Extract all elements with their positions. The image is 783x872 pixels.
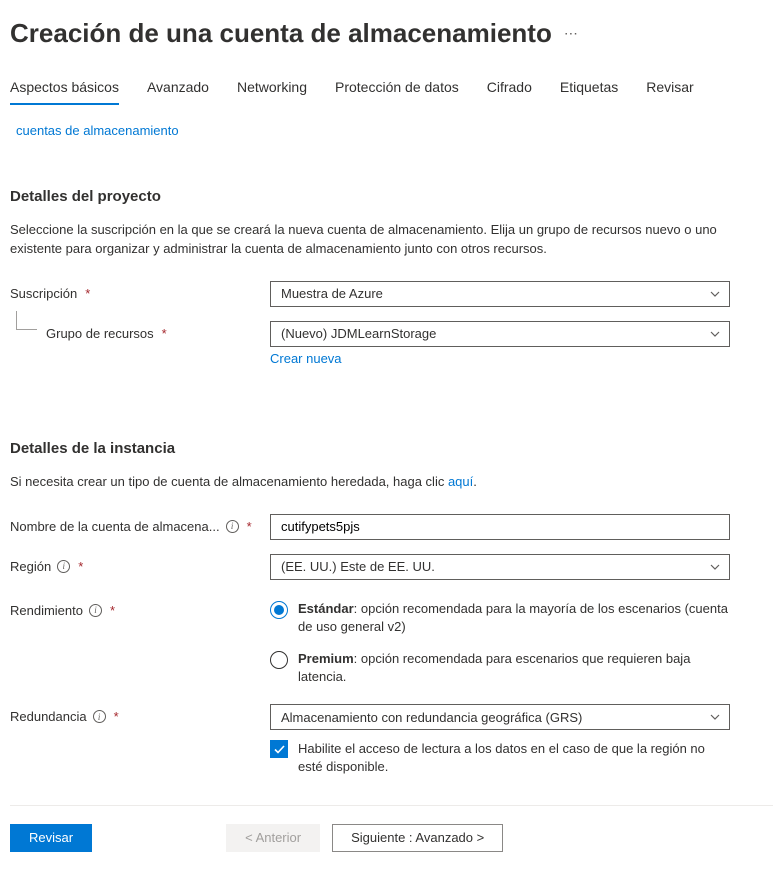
- checkbox-read-access-label: Habilite el acceso de lectura a los dato…: [298, 740, 730, 776]
- dropdown-resource-group[interactable]: (Nuevo) JDMLearnStorage: [270, 321, 730, 347]
- chevron-down-icon: [709, 711, 721, 723]
- radio-performance-premium-label: Premium: opción recomendada para escenar…: [298, 650, 730, 686]
- tab-basics[interactable]: Aspectos básicos: [10, 73, 119, 105]
- tab-review[interactable]: Revisar: [646, 73, 693, 105]
- radio-performance-standard[interactable]: [270, 601, 288, 619]
- chevron-down-icon: [709, 561, 721, 573]
- page-title: Creación de una cuenta de almacenamiento: [10, 18, 552, 49]
- section-desc-instance: Si necesita crear un tipo de cuenta de a…: [10, 473, 750, 492]
- dropdown-redundancy[interactable]: Almacenamiento con redundancia geográfic…: [270, 704, 730, 730]
- tab-tags[interactable]: Etiquetas: [560, 73, 618, 105]
- section-title-project: Detalles del proyecto: [10, 188, 773, 205]
- label-resource-group: Grupo de recursos*: [10, 321, 270, 341]
- check-icon: [273, 743, 286, 756]
- info-icon[interactable]: i: [93, 710, 106, 723]
- checkbox-read-access[interactable]: [270, 740, 288, 758]
- tab-networking[interactable]: Networking: [237, 73, 307, 105]
- info-icon[interactable]: i: [57, 560, 70, 573]
- radio-performance-premium[interactable]: [270, 651, 288, 669]
- dropdown-region-value: (EE. UU.) Este de EE. UU.: [281, 559, 435, 574]
- tabs: Aspectos básicos Avanzado Networking Pro…: [10, 73, 773, 105]
- info-icon[interactable]: i: [89, 604, 102, 617]
- tab-encryption[interactable]: Cifrado: [487, 73, 532, 105]
- chevron-down-icon: [709, 328, 721, 340]
- dropdown-resource-group-value: (Nuevo) JDMLearnStorage: [281, 326, 436, 341]
- link-legacy-here[interactable]: aquí: [448, 474, 473, 489]
- dropdown-subscription[interactable]: Muestra de Azure: [270, 281, 730, 307]
- link-create-new-rg[interactable]: Crear nueva: [270, 351, 342, 366]
- footer-separator: [10, 805, 773, 806]
- section-desc-project: Seleccione la suscripción en la que se c…: [10, 221, 750, 259]
- tab-advanced[interactable]: Avanzado: [147, 73, 209, 105]
- label-region: Región i *: [10, 554, 270, 574]
- dropdown-redundancy-value: Almacenamiento con redundancia geográfic…: [281, 710, 582, 725]
- label-performance: Rendimiento i *: [10, 598, 270, 618]
- more-icon[interactable]: ⋯: [564, 25, 578, 42]
- input-storage-name[interactable]: [270, 514, 730, 540]
- previous-button: < Anterior: [226, 824, 320, 852]
- label-subscription: Suscripción*: [10, 281, 270, 301]
- review-button[interactable]: Revisar: [10, 824, 92, 852]
- info-icon[interactable]: i: [226, 520, 239, 533]
- radio-performance-standard-label: Estándar: opción recomendada para la may…: [298, 600, 730, 636]
- footer: Revisar < Anterior Siguiente : Avanzado …: [10, 824, 773, 852]
- dropdown-region[interactable]: (EE. UU.) Este de EE. UU.: [270, 554, 730, 580]
- breadcrumb: cuentas de almacenamiento: [16, 123, 773, 138]
- chevron-down-icon: [709, 288, 721, 300]
- dropdown-subscription-value: Muestra de Azure: [281, 286, 383, 301]
- breadcrumb-link[interactable]: cuentas de almacenamiento: [16, 123, 179, 138]
- tab-data-protection[interactable]: Protección de datos: [335, 73, 459, 105]
- label-storage-name: Nombre de la cuenta de almacena... i *: [10, 514, 270, 534]
- section-title-instance: Detalles de la instancia: [10, 440, 773, 457]
- next-button[interactable]: Siguiente : Avanzado >: [332, 824, 503, 852]
- label-redundancy: Redundancia i *: [10, 704, 270, 724]
